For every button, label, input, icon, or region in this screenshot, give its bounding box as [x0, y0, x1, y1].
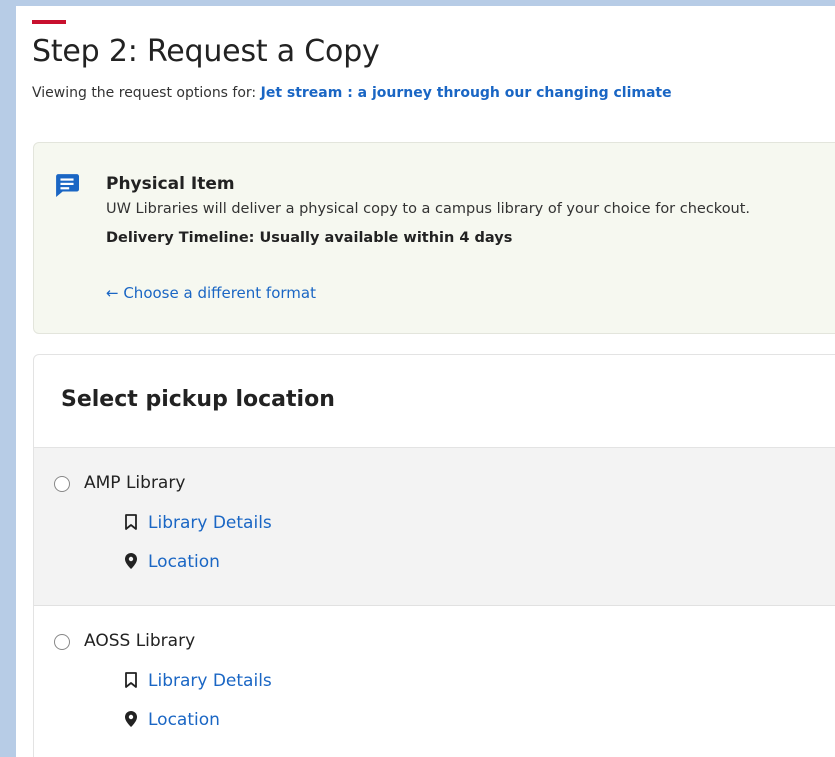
message-icon	[56, 174, 79, 197]
pickup-option-label: AOSS Library	[84, 631, 196, 651]
pickup-location-card: Select pickup location AMP Library Libra…	[33, 354, 835, 757]
location-label: Location	[148, 710, 220, 730]
aoss-radio[interactable]	[54, 634, 70, 650]
item-title-link[interactable]: Jet stream : a journey through our chang…	[261, 85, 672, 101]
amp-radio[interactable]	[54, 476, 70, 492]
format-summary: Physical Item UW Libraries will deliver …	[33, 142, 835, 334]
page-title: Step 2: Request a Copy	[32, 34, 380, 69]
library-details-label: Library Details	[148, 671, 272, 691]
library-details-link[interactable]: Library Details	[122, 671, 272, 691]
pickup-option-label: AMP Library	[84, 473, 186, 493]
pickup-header: Select pickup location	[34, 355, 835, 448]
format-title: Physical Item	[106, 174, 235, 194]
format-description: UW Libraries will deliver a physical cop…	[106, 201, 751, 217]
library-details-label: Library Details	[148, 513, 272, 533]
subtitle-prefix: Viewing the request options for:	[32, 85, 257, 101]
location-label: Location	[148, 552, 220, 572]
change-format-link[interactable]: ← Choose a different format	[106, 284, 316, 302]
pickup-option-aoss[interactable]: AOSS Library Library Details Location	[34, 606, 835, 757]
request-page: Step 2: Request a Copy Viewing the reque…	[16, 6, 835, 757]
request-subtitle: Viewing the request options for: Jet str…	[32, 85, 672, 101]
location-link[interactable]: Location	[122, 552, 220, 572]
map-pin-icon	[125, 553, 137, 569]
pickup-option-amp[interactable]: AMP Library Library Details Location	[34, 448, 835, 606]
accent-bar	[32, 20, 66, 24]
location-link[interactable]: Location	[122, 710, 220, 730]
delivery-timeline: Delivery Timeline: Usually available wit…	[106, 230, 513, 246]
bookmark-icon	[125, 672, 137, 688]
library-details-link[interactable]: Library Details	[122, 513, 272, 533]
bookmark-icon	[125, 514, 137, 530]
pickup-title: Select pickup location	[61, 387, 335, 412]
map-pin-icon	[125, 711, 137, 727]
